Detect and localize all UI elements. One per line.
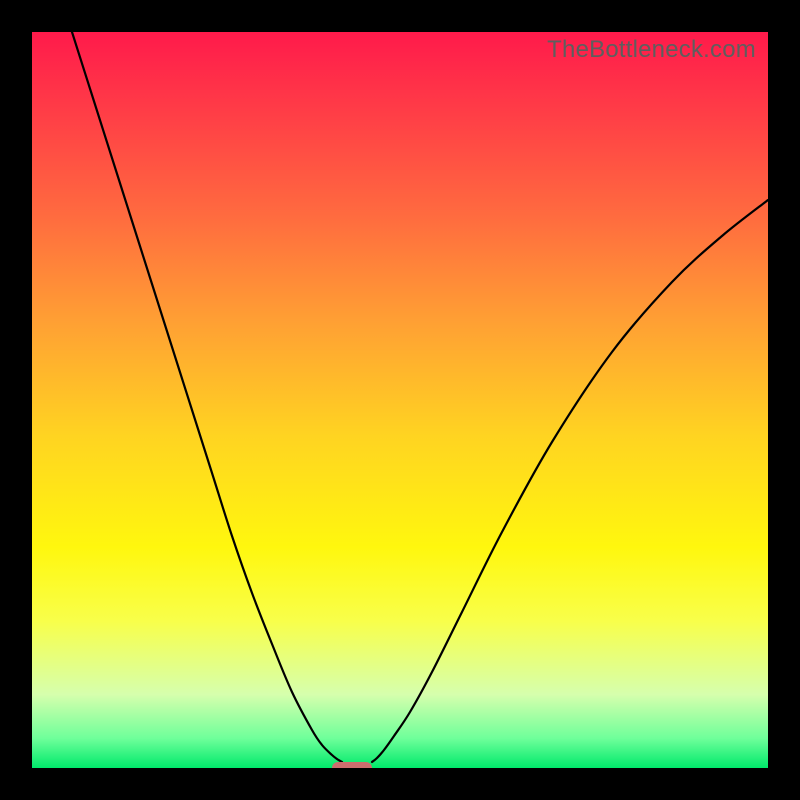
chart-frame: TheBottleneck.com xyxy=(0,0,800,800)
bottleneck-curve xyxy=(32,32,768,768)
curve-left-branch xyxy=(72,32,342,762)
curve-right-branch xyxy=(372,200,768,762)
minimum-marker xyxy=(332,762,372,768)
plot-area: TheBottleneck.com xyxy=(32,32,768,768)
